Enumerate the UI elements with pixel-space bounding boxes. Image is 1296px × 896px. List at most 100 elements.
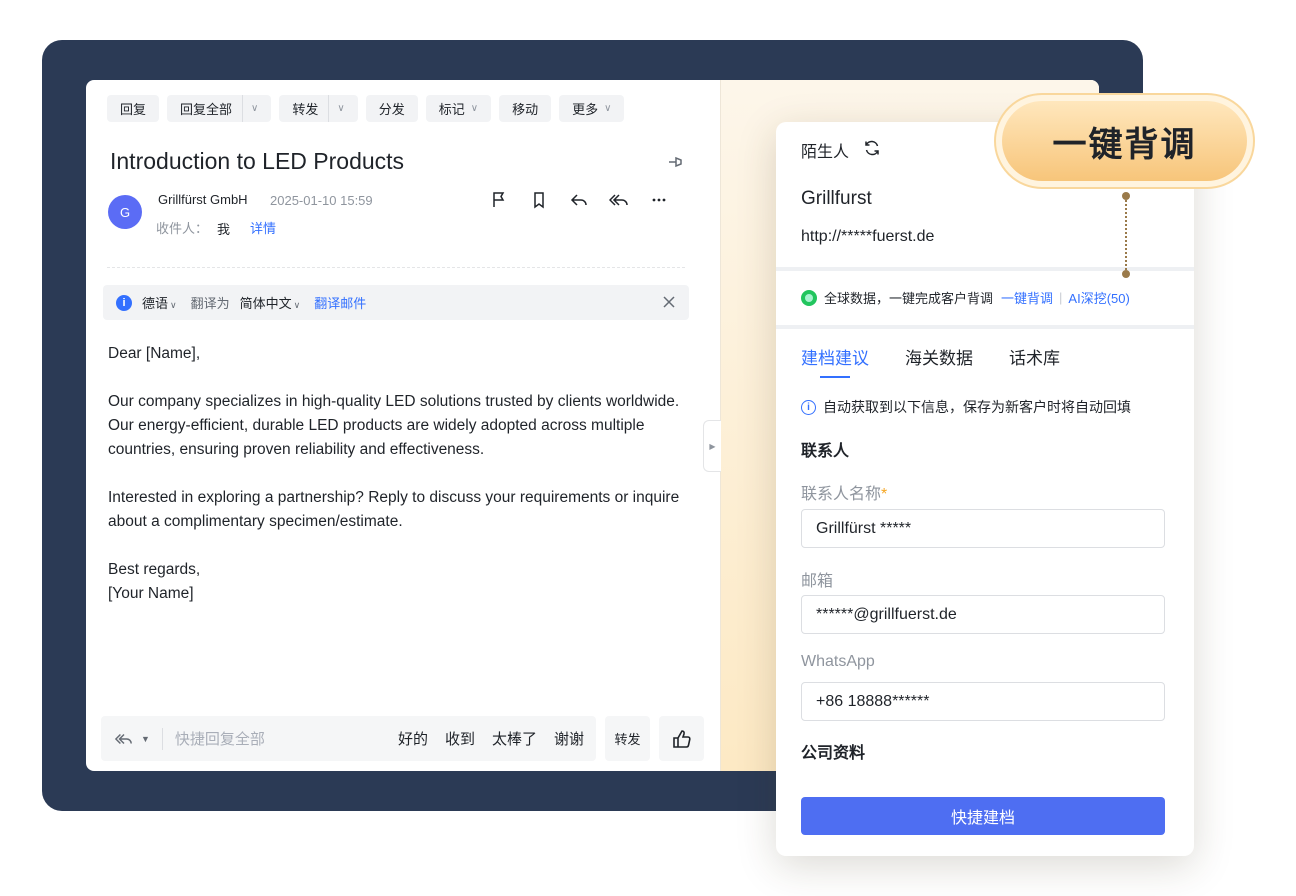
sender-name[interactable]: Grillfürst GmbH [158,192,248,207]
target-language-label: 简体中文 [239,296,292,311]
avatar-initial: G [119,204,131,220]
recipient-label: 收件人： [156,221,209,236]
feature-badge-pill: 一键背调 [1002,101,1247,181]
quick-reply-great[interactable]: 太棒了 [492,728,537,749]
mark-button[interactable]: 标记 ∨ [425,95,492,122]
forward-button-label: 转发 [292,102,319,117]
reply-all-button-label: 回复全部 [180,102,233,117]
chevron-down-icon[interactable]: ▼ [141,734,150,744]
reply-icon[interactable] [569,190,589,210]
header-divider [107,267,685,268]
distribute-button-label: 分发 [378,102,405,117]
email-label: 邮箱 [801,573,834,590]
chevron-down-icon: ∨ [170,300,177,310]
leader-line [1125,196,1127,274]
tab-customs-data[interactable]: 海关数据 [905,344,973,369]
email-subject: Introduction to LED Products [110,148,405,174]
thumbs-up-icon [672,729,691,748]
chevron-down-icon[interactable]: ∨ [242,95,258,122]
quick-file-button-label: 快捷建档 [950,810,1015,827]
caret-right-icon: ▶ [709,441,716,451]
one-click-check-link[interactable]: 一键背调 [1001,288,1053,307]
feature-badge: 一键背调 [994,93,1255,189]
panel-collapse-toggle[interactable]: ▶ [703,420,721,472]
quick-reply-received[interactable]: 收到 [445,728,475,749]
info-icon: i [801,399,816,415]
translate-bar: i 德语 ∨ 翻译为 简体中文 ∨ 翻译邮件 [103,285,689,320]
move-button[interactable]: 移动 [499,95,552,122]
leader-dot [1122,270,1130,278]
target-language-select[interactable]: 简体中文 ∨ [240,293,301,312]
chevron-down-icon[interactable]: ∨ [328,95,345,122]
ai-deep-dig-link[interactable]: AI深挖(50) [1068,288,1129,307]
quick-reply-input[interactable]: 快捷回复全部 [175,728,265,749]
quick-forward-label: 转发 [614,732,641,747]
contact-name-value: Grillfürst ***** [816,519,912,537]
chevron-down-icon: ∨ [470,103,479,114]
quick-reply-bar: ▼ 快捷回复全部 好的 收到 太棒了 谢谢 [101,716,596,761]
customer-url[interactable]: http://*****fuerst.de [801,228,934,246]
email-actions [489,190,669,210]
tab-filing-suggestion[interactable]: 建档建议 [801,344,869,369]
quick-reply-thanks[interactable]: 谢谢 [554,728,584,749]
flag-icon[interactable] [489,190,509,210]
reply-button[interactable]: 回复 [107,95,160,122]
email-body: Dear [Name], Our company specializes in … [108,342,708,630]
translate-to-label: 翻译为 [190,296,230,311]
distribute-button[interactable]: 分发 [365,95,418,122]
forward-button[interactable]: 转发 ∨ [279,95,358,122]
chevron-down-icon: ∨ [604,103,612,114]
reply-button-label: 回复 [120,102,147,117]
email-date: 2025-01-10 15:59 [270,193,373,208]
contact-section-title: 联系人 [801,443,850,460]
body-paragraph: Best regards, [Your Name] [108,561,201,602]
source-language-select[interactable]: 德语 ∨ [142,293,177,312]
like-button[interactable] [659,716,704,761]
email-value: ******@grillfuerst.de [816,605,957,623]
app-stage: 回复 回复全部 ∨ 转发 ∨ 分发 标记 ∨ 移动 更多 ∨ Introduction … [0,0,1296,896]
pin-icon[interactable] [666,152,686,172]
active-tab-indicator [820,376,850,378]
body-paragraph: Our company specializes in high-quality … [108,393,680,458]
global-data-row: 全球数据，一键完成客户背调 一键背调 | AI深挖(50) [801,288,1130,307]
whatsapp-field[interactable]: +86 18888****** [801,682,1165,721]
refresh-icon[interactable] [862,138,882,158]
contact-name-label-text: 联系人名称 [801,486,882,503]
feature-badge-label: 一键背调 [1052,125,1197,164]
global-data-text: 全球数据，一键完成客户背调 [824,291,994,306]
auto-fill-notice: i 自动获取到以下信息，保存为新客户时将自动回填 [801,397,1131,417]
details-link[interactable]: 详情 [250,218,276,237]
avatar: G [108,195,142,229]
tab-script-library[interactable]: 话术库 [1009,344,1060,369]
quick-reply-options: 好的 收到 太棒了 谢谢 [398,728,584,749]
global-data-icon [801,289,817,306]
section-divider [776,325,1194,329]
customer-status: 陌生人 [801,144,850,161]
separator [161,727,163,750]
email-field[interactable]: ******@grillfuerst.de [801,595,1165,634]
mark-button-label: 标记 [438,102,465,117]
info-icon: i [116,294,132,311]
contact-name-field[interactable]: Grillfürst ***** [801,509,1165,548]
reply-all-icon[interactable] [609,190,629,210]
auto-fill-text: 自动获取到以下信息，保存为新客户时将自动回填 [823,399,1131,415]
translate-email-link[interactable]: 翻译邮件 [314,293,366,312]
more-button[interactable]: 更多 ∨ [559,95,625,122]
link-separator: | [1059,290,1063,305]
reply-all-button[interactable]: 回复全部 ∨ [167,95,272,122]
reply-all-icon[interactable] [115,730,133,748]
chevron-down-icon: ∨ [293,300,301,310]
recipient-value: 我 [217,222,231,237]
mail-toolbar: 回复 回复全部 ∨ 转发 ∨ 分发 标记 ∨ 移动 更多 ∨ [107,95,625,122]
quick-file-button[interactable]: 快捷建档 [801,797,1165,835]
quick-forward-button[interactable]: 转发 [605,716,650,761]
customer-card: 陌生人 Grillfurst http://*****fuerst.de 全球数… [776,122,1194,856]
close-icon[interactable] [661,294,677,310]
company-section-title: 公司资料 [801,745,866,762]
quick-reply-ok[interactable]: 好的 [398,728,428,749]
bookmark-icon[interactable] [529,190,549,210]
more-button-label: 更多 [572,102,599,117]
more-icon[interactable] [649,190,669,210]
whatsapp-value: +86 18888****** [816,692,930,710]
customer-company: Grillfurst [801,188,872,209]
